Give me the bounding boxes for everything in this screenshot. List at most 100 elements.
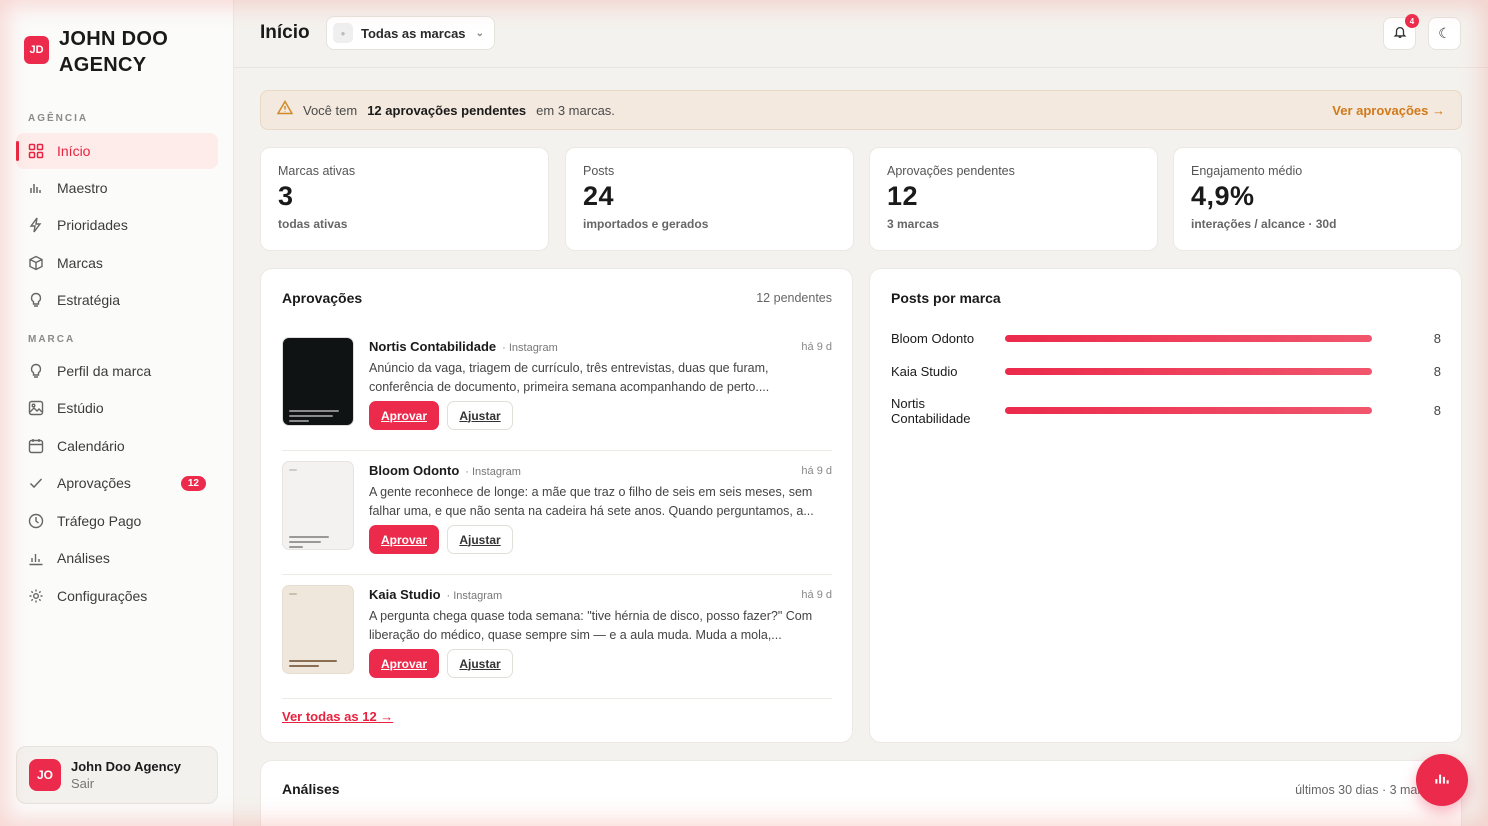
sidebar-item-estudio[interactable]: Estúdio — [16, 390, 218, 426]
approval-text: A gente reconhece de longe: a mãe que tr… — [369, 485, 814, 518]
sidebar-item-estrategia[interactable]: Estratégia — [16, 282, 218, 318]
brand[interactable]: JD JOHN DOO AGENCY — [24, 26, 179, 78]
section-label-agency: AGÊNCIA — [28, 113, 89, 124]
alert-prefix: Você tem — [303, 102, 358, 118]
sidebar-item-label: Marcas — [57, 255, 103, 271]
bar-chart-icon — [27, 179, 45, 197]
adjust-button[interactable]: Ajustar — [447, 525, 513, 554]
calendar-icon — [27, 437, 45, 455]
stat-label: Marcas ativas — [278, 164, 356, 178]
brand-bar-track — [1005, 407, 1372, 414]
approval-time: há 9 d — [801, 465, 832, 477]
stat-label: Aprovações pendentes — [887, 164, 1015, 178]
box-icon — [27, 254, 45, 272]
lightbulb-icon — [27, 291, 45, 309]
sidebar-item-trafego-pago[interactable]: Tráfego Pago — [16, 503, 218, 539]
alert-highlight: 12 aprovações pendentes — [367, 102, 527, 118]
gear-icon — [27, 587, 45, 605]
approval-item: Nortis Contabilidade · Instagram há 9 d … — [282, 327, 832, 451]
sidebar-item-analises[interactable]: Análises — [16, 540, 218, 576]
user-card[interactable]: JO John Doo Agency Sair — [16, 746, 218, 804]
stat-card-avg-engagement: Engajamento médio 4,9% interações / alca… — [1173, 147, 1462, 251]
brand-bar-fill — [1005, 368, 1372, 375]
approve-button[interactable]: Aprovar — [369, 525, 439, 554]
stat-sub: 3 marcas — [887, 217, 940, 231]
approval-time: há 9 d — [801, 341, 832, 353]
approvals-count-badge: 12 — [180, 475, 206, 491]
approve-button[interactable]: Aprovar — [369, 401, 439, 430]
stat-value: 4,9% — [1191, 181, 1255, 211]
lightning-icon — [27, 216, 45, 234]
sidebar-item-label: Estratégia — [57, 292, 121, 308]
moon-icon: ☾ — [1438, 25, 1451, 41]
alert-suffix: em 3 marcas. — [536, 102, 615, 118]
page-title: Início — [260, 22, 310, 43]
notifications-button[interactable]: 4 — [1383, 14, 1419, 50]
theme-toggle-button[interactable]: ☾ — [1428, 17, 1461, 50]
sidebar-item-label: Prioridades — [57, 217, 128, 233]
bell-icon — [1393, 25, 1407, 42]
approval-brand: Kaia Studio — [369, 587, 441, 602]
brand-bar-label: Bloom Odonto — [891, 331, 975, 346]
sidebar-item-inicio[interactable]: Início — [16, 133, 218, 169]
grid-icon — [27, 142, 45, 160]
stat-value: 12 — [887, 181, 919, 211]
user-name: John Doo Agency — [71, 759, 182, 774]
adjust-button[interactable]: Ajustar — [447, 401, 513, 430]
logout-link[interactable]: Sair — [71, 776, 181, 791]
approval-text: Anúncio da vaga, triagem de currículo, t… — [369, 361, 770, 394]
stat-card-posts: Posts 24 importados e gerados — [565, 147, 854, 251]
avatar: JO — [29, 759, 61, 791]
analytics-panel: Análises últimos 30 dias · 3 marcas — [260, 760, 1462, 826]
brand-logo: JD — [24, 36, 49, 64]
brand-select[interactable]: ● Todas as marcas ⌄ — [326, 16, 495, 50]
stat-value: 24 — [583, 181, 615, 211]
analytics-icon — [27, 549, 45, 567]
post-thumbnail[interactable] — [282, 337, 354, 426]
approve-button[interactable]: Aprovar — [369, 649, 439, 678]
brand-bar-fill — [1005, 407, 1372, 414]
stat-sub: interações / alcance · 30d — [1191, 217, 1337, 231]
approval-brand: Bloom Odonto — [369, 463, 460, 478]
approval-brand: Nortis Contabilidade — [369, 339, 497, 354]
approval-channel: · Instagram — [465, 466, 521, 478]
image-icon — [27, 399, 45, 417]
analytics-fab-button[interactable] — [1416, 754, 1468, 806]
analytics-title: Análises — [282, 781, 340, 797]
approval-time: há 9 d — [801, 589, 832, 601]
approval-text: A pergunta chega quase toda semana: "tiv… — [369, 609, 813, 642]
approval-channel: · Instagram — [502, 342, 558, 354]
pending-approvals-alert: Você tem 12 aprovações pendentes em 3 ma… — [260, 90, 1462, 130]
sidebar-item-label: Estúdio — [57, 400, 104, 416]
see-all-approvals-link[interactable]: Ver todas as 12 → — [282, 709, 393, 724]
sidebar-item-label: Análises — [57, 550, 110, 566]
sidebar-item-calendario[interactable]: Calendário — [16, 428, 218, 464]
bar-chart-icon — [1433, 769, 1451, 792]
stat-label: Engajamento médio — [1191, 164, 1303, 178]
approval-item: Kaia Studio · Instagram há 9 d A pergunt… — [282, 575, 832, 699]
approval-item: Bloom Odonto · Instagram há 9 d A gente … — [282, 451, 832, 575]
sidebar-item-prioridades[interactable]: Prioridades — [16, 207, 218, 243]
post-thumbnail[interactable] — [282, 585, 354, 674]
warning-icon — [276, 100, 294, 120]
sidebar-item-maestro[interactable]: Maestro — [16, 170, 218, 206]
stat-sub: importados e gerados — [583, 217, 709, 231]
brand-bar-track — [1005, 335, 1372, 342]
sidebar: JD JOHN DOO AGENCY AGÊNCIA Início Maestr… — [0, 0, 234, 826]
sidebar-item-perfil-da-marca[interactable]: Perfil da marca — [16, 353, 218, 389]
brand-bar-fill — [1005, 335, 1372, 342]
section-label-brand: MARCA — [28, 334, 76, 345]
brand-bar-track — [1005, 368, 1372, 375]
sidebar-item-marcas[interactable]: Marcas — [16, 245, 218, 281]
view-approvals-link[interactable]: Ver aprovações → — [1332, 103, 1445, 118]
sidebar-item-label: Início — [57, 143, 91, 159]
approvals-panel: Aprovações 12 pendentes Nortis Contabili… — [260, 268, 853, 743]
sidebar-item-configuracoes[interactable]: Configurações — [16, 578, 218, 614]
adjust-button[interactable]: Ajustar — [447, 649, 513, 678]
post-thumbnail[interactable] — [282, 461, 354, 550]
approval-channel: · Instagram — [446, 590, 503, 602]
stat-sub: todas ativas — [278, 217, 348, 231]
lightbulb-icon — [27, 362, 45, 380]
sidebar-item-aprovacoes[interactable]: Aprovações 12 — [16, 465, 218, 501]
clock-icon — [27, 512, 45, 530]
